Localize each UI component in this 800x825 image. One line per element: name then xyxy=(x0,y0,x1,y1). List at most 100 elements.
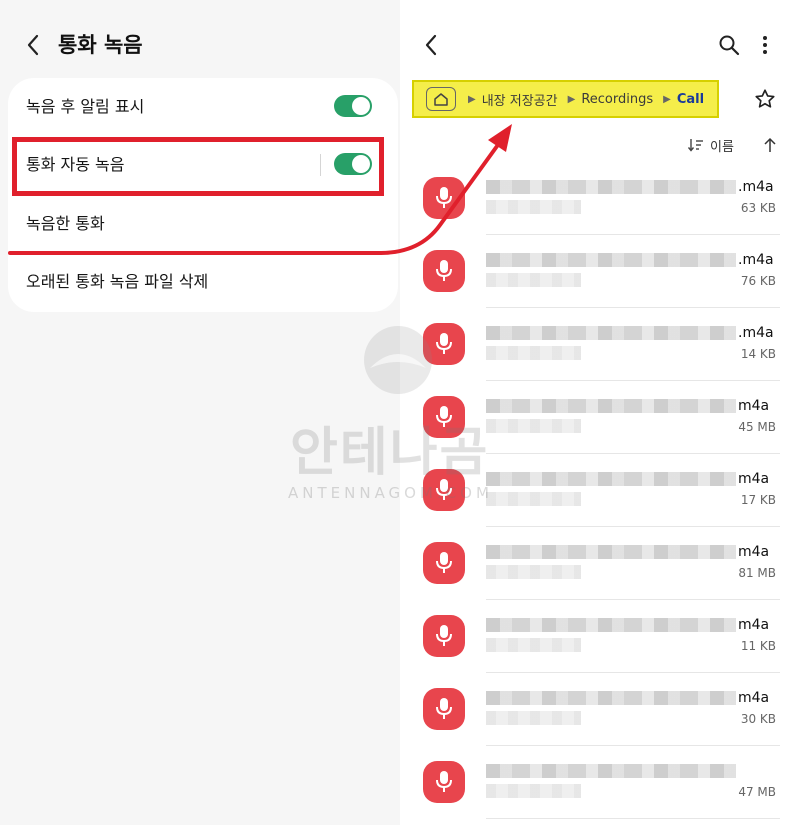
blurred-file-name xyxy=(486,251,736,289)
file-list-item[interactable]: .m4a 14 KB xyxy=(400,308,800,381)
file-extension: m4a xyxy=(738,544,770,560)
setting-label: 녹음한 통화 xyxy=(26,214,105,233)
file-extension: m4a xyxy=(738,617,770,633)
file-list-item[interactable]: m4a 30 KB xyxy=(400,673,800,746)
settings-header: 통화 녹음 xyxy=(0,0,400,80)
recording-file-icon xyxy=(423,761,465,803)
sort-label: 이름 xyxy=(710,139,734,155)
file-list-item[interactable]: .m4a 76 KB xyxy=(400,235,800,308)
auto-record-calls-toggle[interactable] xyxy=(334,153,372,175)
page-title: 통화 녹음 xyxy=(58,33,143,57)
blurred-date-line xyxy=(486,419,581,433)
file-list-item[interactable]: m4a 11 KB xyxy=(400,600,800,673)
file-size: 63 KB xyxy=(740,201,776,215)
search-icon xyxy=(719,35,740,56)
blurred-name-line xyxy=(486,545,736,559)
setting-row-auto-record-calls[interactable]: 통화 자동 녹음 xyxy=(8,136,398,194)
sort-direction-button[interactable] xyxy=(760,134,780,156)
blurred-file-name xyxy=(486,616,736,654)
microphone-icon xyxy=(436,187,452,208)
recording-file-icon xyxy=(423,688,465,730)
breadcrumb-item-call[interactable]: Call xyxy=(677,92,704,107)
file-extension: m4a xyxy=(738,398,770,414)
notify-after-recording-toggle[interactable] xyxy=(334,95,372,117)
file-size: 45 MB xyxy=(738,420,776,434)
blurred-file-name xyxy=(486,470,736,508)
blurred-name-line xyxy=(486,472,736,486)
recording-file-icon xyxy=(423,615,465,657)
microphone-icon xyxy=(436,333,452,354)
recording-file-icon xyxy=(423,396,465,438)
file-extension: m4a xyxy=(738,471,770,487)
sort-icon xyxy=(688,139,703,152)
setting-row-notify-after-recording[interactable]: 녹음 후 알림 표시 xyxy=(8,78,398,136)
call-recording-settings-pane: 통화 녹음 녹음 후 알림 표시 통화 자동 녹음 녹음한 통화 오래된 통화 … xyxy=(0,0,400,825)
file-list-item[interactable]: 47 MB xyxy=(400,746,800,819)
toggle-knob xyxy=(352,97,370,115)
divider xyxy=(486,818,780,819)
file-browser-pane: ▶ 내장 저장공간 ▶ Recordings ▶ Call 이름 .m4a 63… xyxy=(400,0,800,825)
file-size: 81 MB xyxy=(738,566,776,580)
blurred-file-name xyxy=(486,689,736,727)
blurred-date-line xyxy=(486,200,581,214)
blurred-date-line xyxy=(486,784,581,798)
breadcrumb-home-button[interactable] xyxy=(426,87,456,111)
file-extension: m4a xyxy=(738,690,770,706)
recording-file-icon xyxy=(423,323,465,365)
microphone-icon xyxy=(436,406,452,427)
file-extension: .m4a xyxy=(738,325,774,341)
setting-label: 오래된 통화 녹음 파일 삭제 xyxy=(26,272,209,291)
more-options-button[interactable] xyxy=(756,32,774,58)
favorite-button[interactable] xyxy=(752,86,778,112)
file-size: 14 KB xyxy=(740,347,776,361)
breadcrumb-item-recordings[interactable]: Recordings xyxy=(581,92,653,107)
recording-file-icon xyxy=(423,177,465,219)
blurred-name-line xyxy=(486,180,736,194)
microphone-icon xyxy=(436,260,452,281)
star-icon xyxy=(755,89,775,108)
recording-file-icon xyxy=(423,542,465,584)
blurred-name-line xyxy=(486,326,736,340)
blurred-name-line xyxy=(486,691,736,705)
file-size: 11 KB xyxy=(740,639,776,653)
breadcrumb-separator-icon: ▶ xyxy=(567,93,576,105)
blurred-name-line xyxy=(486,399,736,413)
blurred-date-line xyxy=(486,638,581,652)
recording-file-icon xyxy=(423,469,465,511)
back-arrow-icon xyxy=(27,34,39,56)
setting-label: 녹음 후 알림 표시 xyxy=(26,97,145,116)
blurred-name-line xyxy=(486,764,736,778)
file-size: 30 KB xyxy=(740,712,776,726)
settings-back-button[interactable] xyxy=(18,30,48,60)
blurred-file-name xyxy=(486,543,736,581)
setting-row-recorded-calls[interactable]: 녹음한 통화 xyxy=(8,195,398,253)
blurred-file-name xyxy=(486,397,736,435)
home-folder-icon xyxy=(434,93,448,106)
divider xyxy=(320,154,321,176)
search-button[interactable] xyxy=(716,32,742,58)
file-list-item[interactable]: .m4a 63 KB xyxy=(400,162,800,235)
file-list-item[interactable]: m4a 17 KB xyxy=(400,454,800,527)
breadcrumb-item-internal-storage[interactable]: 내장 저장공간 xyxy=(482,90,558,109)
arrow-up-icon xyxy=(764,137,776,152)
more-vert-icon xyxy=(763,36,767,54)
blurred-date-line xyxy=(486,492,581,506)
breadcrumb-separator-icon: ▶ xyxy=(663,93,671,105)
files-back-button[interactable] xyxy=(416,30,446,60)
sort-button[interactable]: 이름 xyxy=(688,134,734,156)
microphone-icon xyxy=(436,698,452,719)
microphone-icon xyxy=(436,479,452,500)
file-extension: .m4a xyxy=(738,179,774,195)
setting-row-delete-old-recordings[interactable]: 오래된 통화 녹음 파일 삭제 xyxy=(8,253,398,311)
blurred-name-line xyxy=(486,253,736,267)
file-extension: .m4a xyxy=(738,252,774,268)
toggle-knob xyxy=(352,155,370,173)
file-list-item[interactable]: m4a 81 MB xyxy=(400,527,800,600)
blurred-date-line xyxy=(486,346,581,360)
breadcrumb: ▶ 내장 저장공간 ▶ Recordings ▶ Call xyxy=(412,80,719,118)
blurred-date-line xyxy=(486,565,581,579)
file-size: 17 KB xyxy=(740,493,776,507)
setting-label: 통화 자동 녹음 xyxy=(26,155,125,174)
blurred-file-name xyxy=(486,178,736,216)
file-list-item[interactable]: m4a 45 MB xyxy=(400,381,800,454)
